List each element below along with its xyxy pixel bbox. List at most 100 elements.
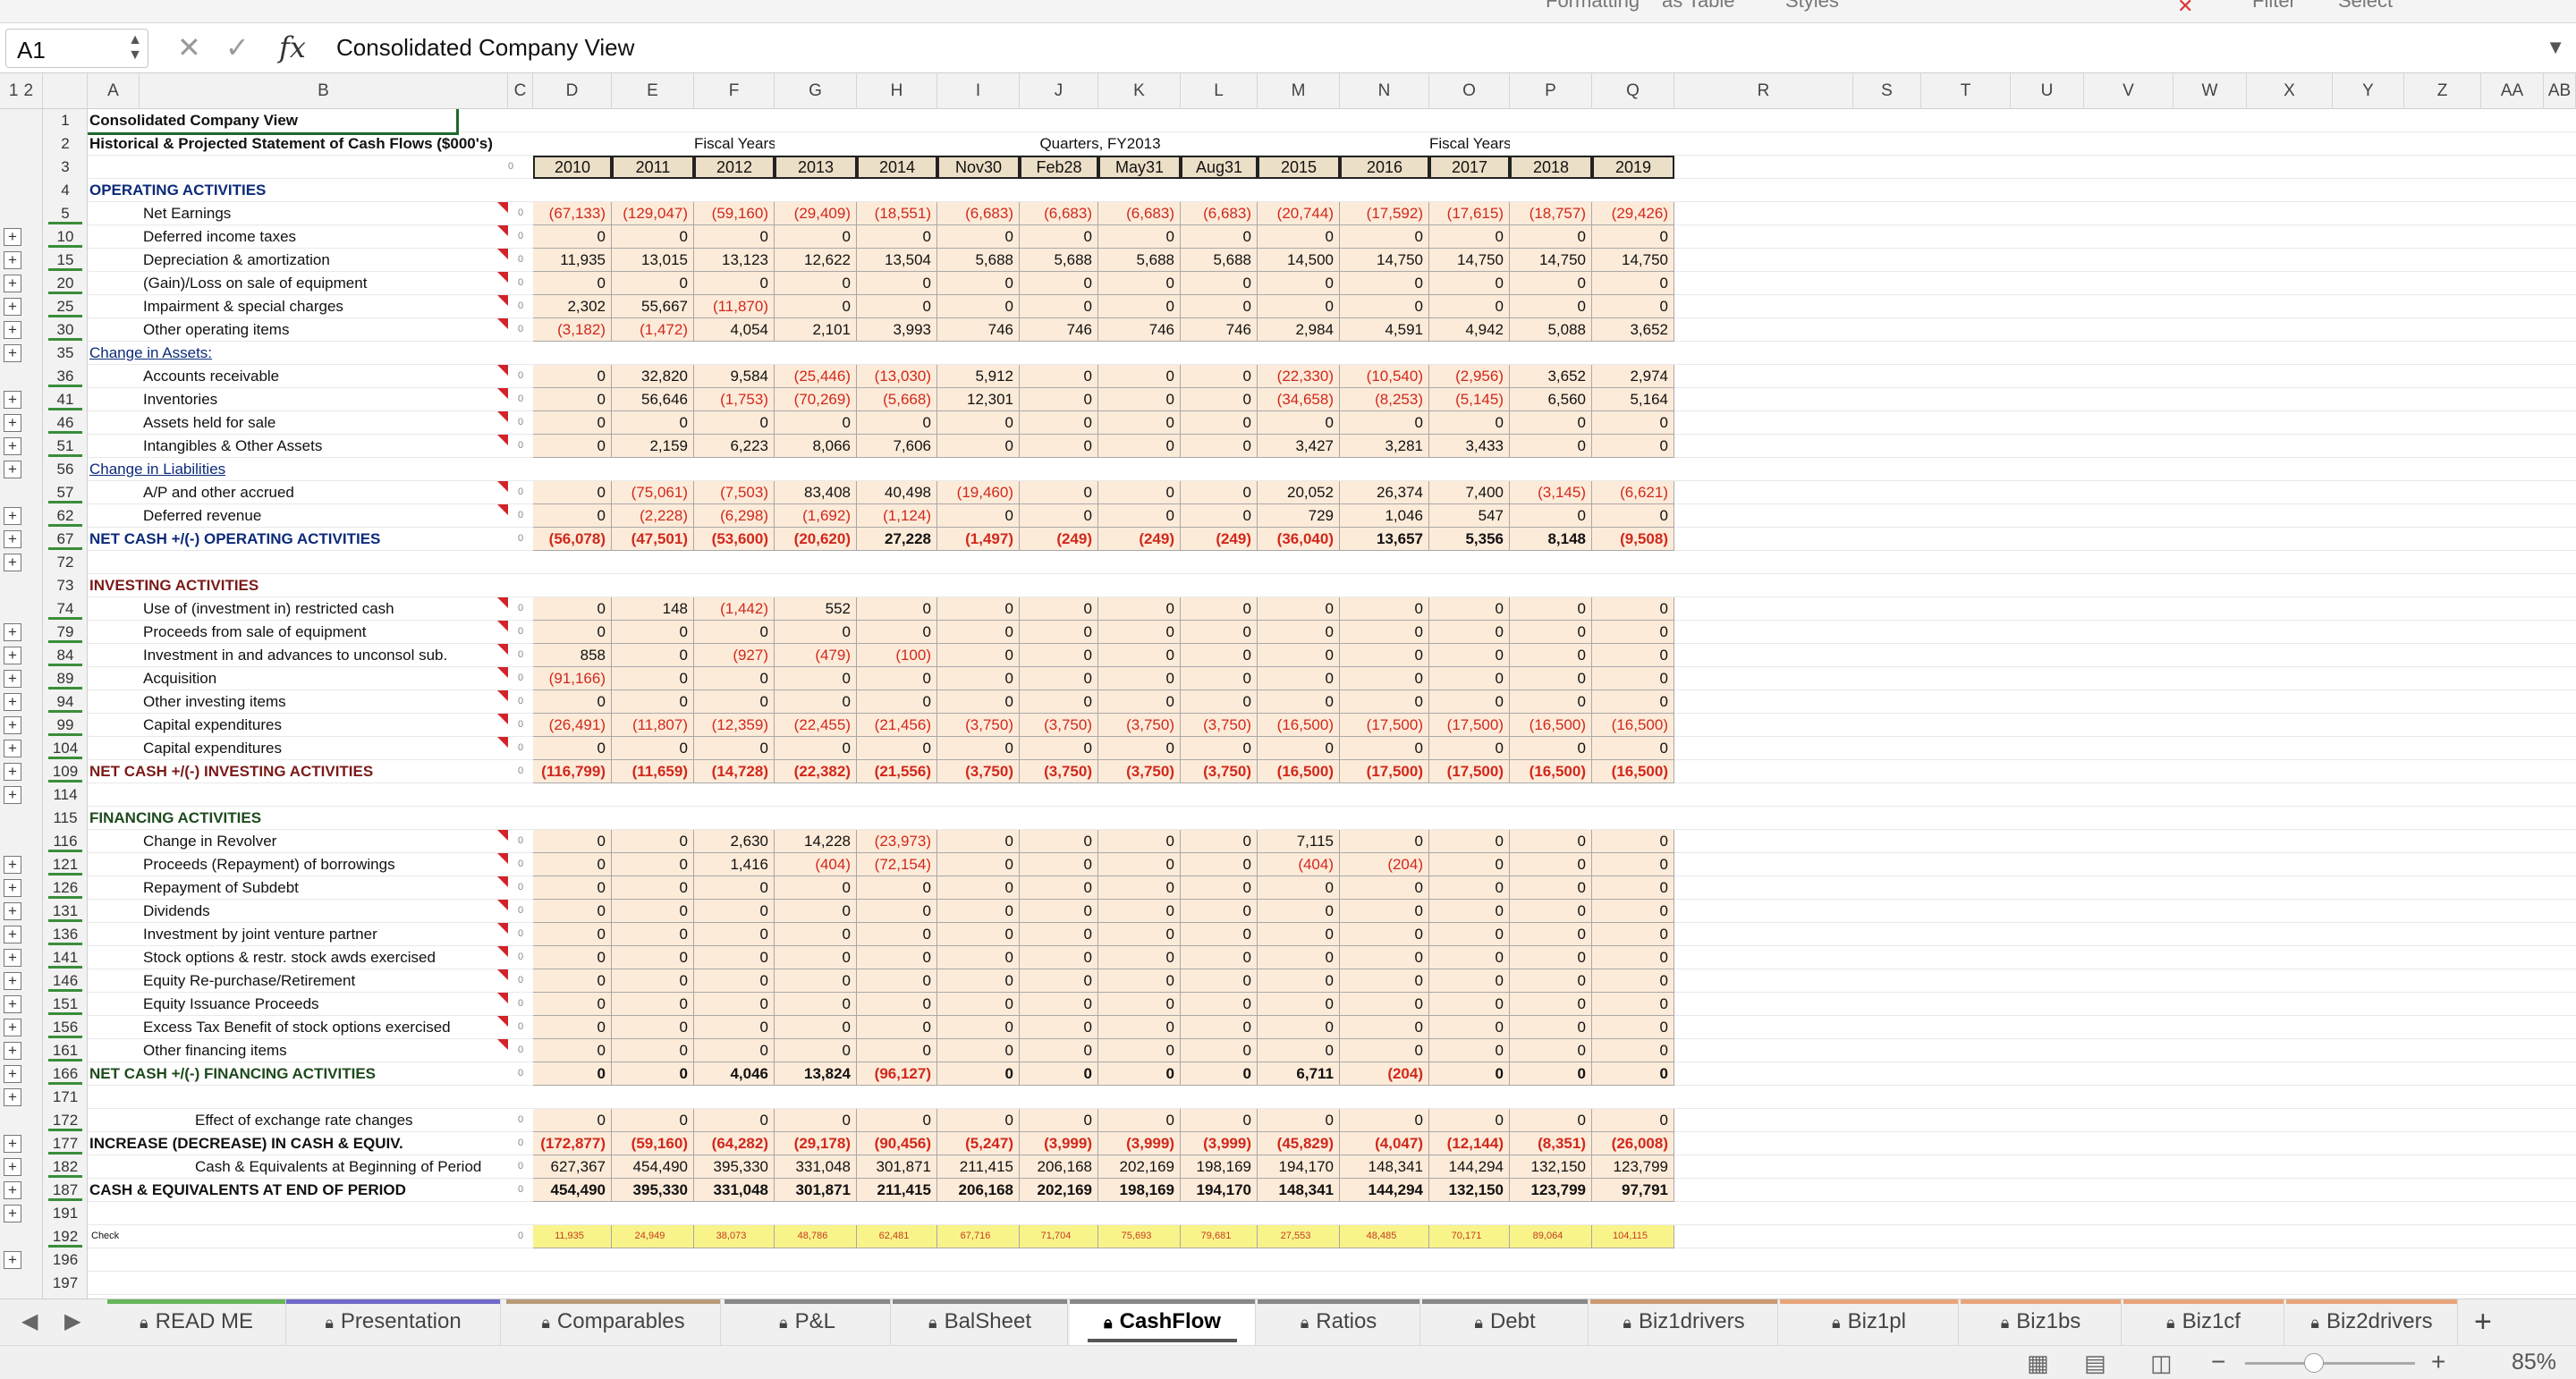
value-cell[interactable]: (22,382): [775, 760, 857, 783]
value-cell[interactable]: 2,302: [533, 295, 612, 318]
value-cell[interactable]: 0: [1592, 946, 1674, 969]
value-cell[interactable]: 6,223: [694, 435, 775, 458]
value-cell[interactable]: 7,606: [857, 435, 937, 458]
c-marker[interactable]: 0: [508, 760, 533, 783]
comment-indicator-icon[interactable]: [497, 830, 508, 841]
sheet-tab-biz1drivers[interactable]: 🔒︎ Biz1drivers: [1590, 1299, 1778, 1346]
value-cell[interactable]: 0: [1510, 1109, 1592, 1132]
year-header[interactable]: 2018: [1510, 156, 1592, 179]
row-header-2[interactable]: 2: [43, 132, 88, 156]
year-header[interactable]: 2010: [533, 156, 612, 179]
value-cell[interactable]: (16,500): [1510, 760, 1592, 783]
row-header-1[interactable]: 1: [43, 109, 88, 132]
value-cell[interactable]: 0: [1020, 830, 1098, 853]
value-cell[interactable]: 0: [1181, 272, 1258, 295]
value-cell[interactable]: 3,652: [1510, 365, 1592, 388]
value-cell[interactable]: 123,799: [1592, 1155, 1674, 1179]
value-cell[interactable]: 0: [1020, 1016, 1098, 1039]
expand-group-icon[interactable]: +: [4, 228, 21, 246]
value-cell[interactable]: 0: [1510, 830, 1592, 853]
value-cell[interactable]: 0: [1098, 737, 1181, 760]
value-cell[interactable]: 0: [533, 435, 612, 458]
value-cell[interactable]: 301,871: [857, 1155, 937, 1179]
row-label[interactable]: Effect of exchange rate changes: [140, 1109, 508, 1132]
row-header-94[interactable]: 94: [43, 690, 88, 714]
column-header-d[interactable]: D: [533, 73, 612, 109]
formula-input[interactable]: Consolidated Company View: [336, 34, 634, 62]
column-header-w[interactable]: W: [2174, 73, 2247, 109]
value-cell[interactable]: 198,169: [1098, 1179, 1181, 1202]
value-cell[interactable]: 0: [937, 923, 1020, 946]
row-label[interactable]: Proceeds (Repayment) of borrowings: [140, 853, 508, 876]
zoom-out-icon[interactable]: −: [2211, 1348, 2225, 1376]
value-cell[interactable]: 0: [1510, 597, 1592, 621]
value-cell[interactable]: 70,171: [1429, 1225, 1510, 1248]
value-cell[interactable]: 0: [1020, 1062, 1098, 1086]
value-cell[interactable]: 0: [1510, 923, 1592, 946]
value-cell[interactable]: 0: [1592, 993, 1674, 1016]
expand-group-icon[interactable]: +: [4, 344, 21, 362]
cancel-icon[interactable]: ✕: [177, 30, 201, 64]
value-cell[interactable]: 0: [937, 644, 1020, 667]
row-label[interactable]: Deferred income taxes: [140, 225, 508, 249]
row-label[interactable]: Net Earnings: [140, 202, 508, 225]
column-header-x[interactable]: X: [2247, 73, 2333, 109]
row-header-151[interactable]: 151: [43, 993, 88, 1016]
value-cell[interactable]: 0: [1510, 411, 1592, 435]
expand-group-icon[interactable]: +: [4, 647, 21, 664]
value-cell[interactable]: (11,807): [612, 714, 694, 737]
value-cell[interactable]: (204): [1340, 1062, 1429, 1086]
value-cell[interactable]: 13,504: [857, 249, 937, 272]
value-cell[interactable]: 202,169: [1098, 1155, 1181, 1179]
value-cell[interactable]: 0: [1429, 690, 1510, 714]
row-label[interactable]: Capital expenditures: [140, 714, 508, 737]
value-cell[interactable]: 0: [1098, 1109, 1181, 1132]
value-cell[interactable]: 0: [694, 946, 775, 969]
column-header-r[interactable]: R: [1674, 73, 1853, 109]
comment-indicator-icon[interactable]: [497, 690, 508, 701]
row-header-99[interactable]: 99: [43, 714, 88, 737]
section-header[interactable]: OPERATING ACTIVITIES: [88, 179, 456, 202]
value-cell[interactable]: 4,046: [694, 1062, 775, 1086]
value-cell[interactable]: 12,301: [937, 388, 1020, 411]
value-cell[interactable]: 0: [1258, 690, 1340, 714]
expand-group-icon[interactable]: +: [4, 391, 21, 409]
value-cell[interactable]: 0: [1592, 272, 1674, 295]
c-marker[interactable]: 0: [508, 225, 533, 249]
value-cell[interactable]: 148: [612, 597, 694, 621]
value-cell[interactable]: 0: [1510, 667, 1592, 690]
value-cell[interactable]: 0: [937, 295, 1020, 318]
row-label[interactable]: Repayment of Subdebt: [140, 876, 508, 900]
value-cell[interactable]: 0: [1340, 923, 1429, 946]
sheet-tab-balsheet[interactable]: 🔒︎ BalSheet: [893, 1299, 1068, 1346]
value-cell[interactable]: 0: [612, 737, 694, 760]
value-cell[interactable]: 0: [1098, 295, 1181, 318]
row-header-72[interactable]: 72: [43, 551, 88, 574]
value-cell[interactable]: 48,786: [775, 1225, 857, 1248]
expand-group-icon[interactable]: +: [4, 1181, 21, 1199]
value-cell[interactable]: 0: [612, 621, 694, 644]
expand-group-icon[interactable]: +: [4, 1065, 21, 1083]
c-marker[interactable]: 0: [508, 644, 533, 667]
value-cell[interactable]: 0: [1258, 1109, 1340, 1132]
comment-indicator-icon[interactable]: [497, 900, 508, 910]
value-cell[interactable]: 0: [1510, 690, 1592, 714]
value-cell[interactable]: (26,491): [533, 714, 612, 737]
c-marker[interactable]: 0: [508, 1132, 533, 1155]
value-cell[interactable]: 746: [1098, 318, 1181, 342]
value-cell[interactable]: 0: [775, 667, 857, 690]
value-cell[interactable]: 0: [1181, 853, 1258, 876]
value-cell[interactable]: (404): [1258, 853, 1340, 876]
value-cell[interactable]: 0: [1592, 690, 1674, 714]
column-header-s[interactable]: S: [1853, 73, 1921, 109]
c-marker[interactable]: 0: [508, 528, 533, 551]
row-label[interactable]: Other operating items: [140, 318, 508, 342]
expand-group-icon[interactable]: +: [4, 275, 21, 292]
expand-group-icon[interactable]: +: [4, 1088, 21, 1106]
value-cell[interactable]: (1,497): [937, 528, 1020, 551]
row-label[interactable]: Excess Tax Benefit of stock options exer…: [140, 1016, 508, 1039]
value-cell[interactable]: 0: [1340, 900, 1429, 923]
row-label[interactable]: Inventories: [140, 388, 508, 411]
zoom-in-icon[interactable]: +: [2431, 1348, 2445, 1376]
value-cell[interactable]: 38,073: [694, 1225, 775, 1248]
